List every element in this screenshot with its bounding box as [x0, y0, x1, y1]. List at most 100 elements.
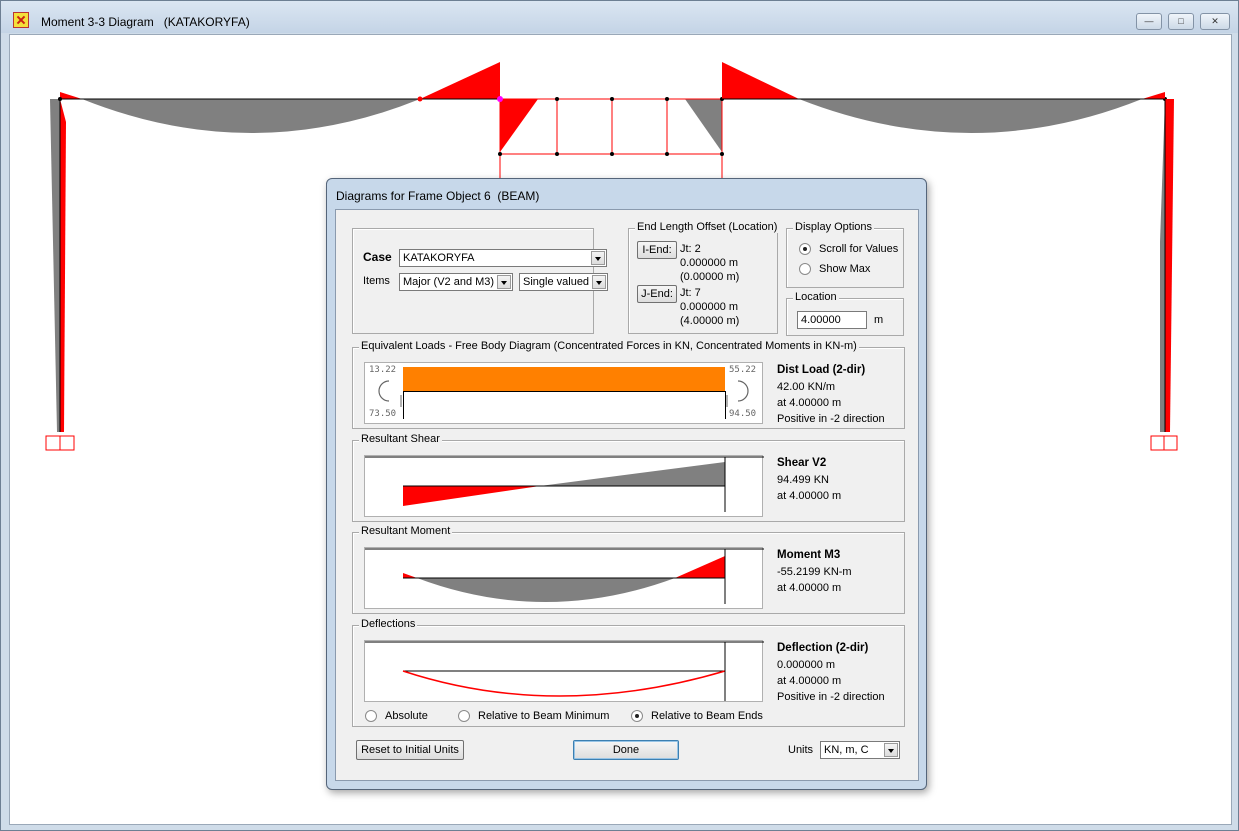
moment-diagram [364, 547, 764, 609]
dist-load-location: at 4.00000 m [777, 397, 842, 409]
window-title: Moment 3-3 Diagram (KATAKORYFA) [41, 15, 250, 29]
close-button[interactable]: ✕ [1200, 13, 1230, 30]
left-beam-point [417, 96, 423, 102]
items-select[interactable]: Major (V2 and M3) [399, 273, 513, 291]
case-select-value: KATAKORYFA [403, 252, 475, 264]
j-end-location: (4.00000 m) [680, 315, 740, 327]
relative-min-label[interactable]: Relative to Beam Minimum [478, 710, 609, 722]
moment-location: at 4.00000 m [777, 582, 842, 594]
chevron-down-icon [591, 251, 605, 265]
shear-location: at 4.00000 m [777, 490, 842, 502]
items-select-value: Major (V2 and M3) [403, 276, 495, 288]
items-label: Items [363, 275, 390, 287]
units-select[interactable]: KN, m, C [820, 741, 900, 759]
location-group: Location 4.00000 m [786, 291, 904, 336]
deflection-plot [365, 641, 764, 701]
right-moment-arrow-icon [737, 380, 749, 402]
case-group: Case KATAKORYFA Items Major (V2 and M3) … [352, 228, 608, 334]
right-beam-hogging [722, 62, 799, 99]
case-select[interactable]: KATAKORYFA [399, 249, 607, 267]
dist-load-value: 42.00 KN/m [777, 381, 836, 393]
moment-group-label: Resultant Moment [359, 525, 453, 537]
i-end-offset: 0.000000 m [680, 257, 739, 269]
display-options-group: Display Options Scroll for Values Show M… [786, 221, 904, 288]
left-column-moment [50, 99, 60, 432]
moment-group: Resultant Moment Moment M3 -55.2199 KN-m… [352, 525, 905, 614]
units-label: Units [788, 744, 814, 756]
moment-positive-region [417, 578, 675, 602]
free-body-diagram: 13.22 73.50 55.22 94.50 [364, 362, 763, 424]
frame-diagram-dialog: Diagrams for Frame Object 6 (BEAM) Case … [326, 178, 927, 790]
shear-value: 94.499 KN [777, 474, 829, 486]
i-end-button[interactable]: I-End: [637, 241, 677, 259]
minimize-button[interactable]: — [1136, 13, 1162, 30]
i-end-location: (0.00000 m) [680, 271, 740, 283]
reset-units-button[interactable]: Reset to Initial Units [356, 740, 464, 760]
left-beam-sagging [82, 99, 420, 133]
moment-title: Moment M3 [777, 549, 841, 561]
relative-ends-radio[interactable] [631, 710, 643, 722]
i-end-joint: Jt: 2 [680, 243, 701, 255]
done-button[interactable]: Done [573, 740, 679, 760]
right-column-moment [1165, 99, 1174, 432]
items-mode-select[interactable]: Single valued [519, 273, 608, 291]
deflected-shape [402, 670, 726, 697]
left-moment-arrow-icon [378, 380, 390, 402]
shear-plot [365, 456, 764, 512]
deflection-direction: Positive in -2 direction [777, 691, 885, 703]
left-column-moment-neg [60, 99, 66, 432]
location-input[interactable]: 4.00000 [797, 311, 867, 329]
end-offset-group: End Length Offset (Location) I-End: Jt: … [628, 221, 780, 334]
moment-value: -55.2199 KN-m [777, 566, 852, 578]
display-options-label: Display Options [793, 221, 875, 233]
reaction-arrows [378, 380, 749, 407]
shear-diagram [364, 455, 764, 517]
shear-positive-region [540, 462, 725, 486]
app-logo-icon [13, 12, 29, 28]
central-right-moment [685, 99, 722, 152]
shear-group-label: Resultant Shear [359, 433, 442, 445]
deflections-group-label: Deflections [359, 618, 418, 630]
dialog-body: Case KATAKORYFA Items Major (V2 and M3) … [335, 209, 919, 781]
left-beam-hogging [420, 62, 500, 99]
dialog-title: Diagrams for Frame Object 6 (BEAM) [336, 189, 540, 203]
j-end-button[interactable]: J-End: [637, 285, 677, 303]
equivalent-loads-group: Equivalent Loads - Free Body Diagram (Co… [352, 340, 905, 429]
selected-joint[interactable] [497, 96, 503, 102]
relative-min-radio[interactable] [458, 710, 470, 722]
chevron-down-icon [497, 275, 511, 289]
scroll-for-values-radio[interactable] [799, 243, 811, 255]
central-left-moment [500, 99, 538, 152]
j-end-joint: Jt: 7 [680, 287, 701, 299]
dist-load-title: Dist Load (2-dir) [777, 364, 866, 376]
moment-negative-start [403, 573, 417, 578]
right-beam-neg-end [1142, 92, 1165, 99]
shear-group: Resultant Shear Shear V2 94.499 KN at 4.… [352, 433, 905, 522]
show-max-label[interactable]: Show Max [819, 263, 870, 275]
deflection-title: Deflection (2-dir) [777, 642, 869, 654]
moment-negative-end [675, 556, 725, 578]
maximize-button[interactable]: □ [1168, 13, 1194, 30]
items-mode-value: Single valued [523, 276, 590, 288]
end-offset-label: End Length Offset (Location) [635, 221, 780, 233]
absolute-label[interactable]: Absolute [385, 710, 428, 722]
location-label: Location [793, 291, 839, 303]
location-unit: m [874, 314, 884, 326]
relative-ends-label[interactable]: Relative to Beam Ends [651, 710, 763, 722]
scroll-for-values-label[interactable]: Scroll for Values [819, 243, 898, 255]
moment-plot [365, 548, 764, 604]
j-end-offset: 0.000000 m [680, 301, 739, 313]
left-beam-neg-start [60, 92, 82, 99]
dist-load-direction: Positive in -2 direction [777, 413, 885, 425]
shear-title: Shear V2 [777, 457, 827, 469]
window-title-bar[interactable]: Moment 3-3 Diagram (KATAKORYFA) — □ ✕ [1, 1, 1238, 33]
chevron-down-icon [884, 743, 898, 757]
absolute-radio[interactable] [365, 710, 377, 722]
deflections-group: Deflections Deflection (2-dir) 0.000000 … [352, 618, 905, 727]
central-truss [499, 98, 723, 182]
chevron-down-icon [592, 275, 606, 289]
show-max-radio[interactable] [799, 263, 811, 275]
deflection-location: at 4.00000 m [777, 675, 842, 687]
deflection-value: 0.000000 m [777, 659, 836, 671]
case-label: Case [363, 250, 392, 264]
